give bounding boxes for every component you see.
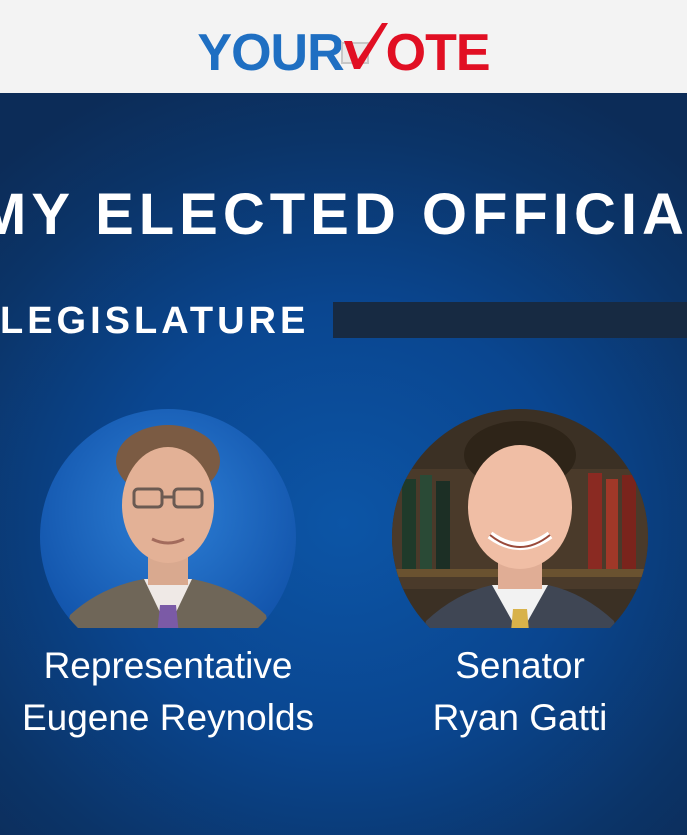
site-header: YOUR OTE <box>0 0 687 93</box>
section-divider-bar <box>333 302 687 338</box>
checkmark-icon <box>340 19 392 79</box>
logo-your-text: YOUR <box>197 23 344 82</box>
senator-photo[interactable] <box>392 409 648 628</box>
section-header-legislature: LEGISLATURE <box>0 293 687 353</box>
main-content: MY ELECTED OFFICIALS LEGISLATURE <box>0 93 687 835</box>
official-title: Senator <box>455 645 585 686</box>
logo-vote-text: OTE <box>385 23 491 82</box>
official-name-link[interactable]: Eugene Reynolds <box>18 692 318 744</box>
official-title: Representative <box>43 645 293 686</box>
official-card-senator[interactable]: Senator Ryan Gatti <box>370 409 670 744</box>
representative-photo[interactable] <box>40 409 296 628</box>
section-label: LEGISLATURE <box>0 300 310 342</box>
official-card-representative[interactable]: Representative Eugene Reynolds <box>18 409 318 744</box>
yourvote-logo[interactable]: YOUR OTE <box>197 19 491 82</box>
official-photo-frame <box>392 409 648 628</box>
official-photo-frame <box>40 409 296 628</box>
page-title: MY ELECTED OFFICIALS <box>0 182 687 247</box>
official-name-link[interactable]: Ryan Gatti <box>370 692 670 744</box>
app: YOUR OTE MY ELECTED OFFICIALS LEGISLATUR… <box>0 0 687 835</box>
